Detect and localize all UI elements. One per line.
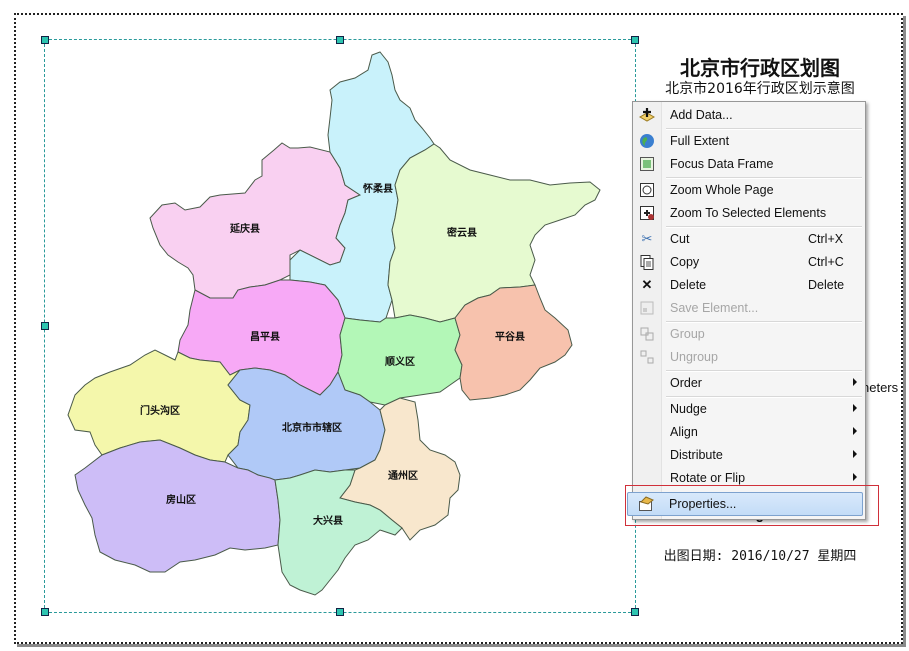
submenu-arrow-icon bbox=[853, 450, 857, 458]
group-icon bbox=[639, 326, 655, 342]
ungroup-icon bbox=[639, 349, 655, 365]
highlight-annotation-box bbox=[625, 485, 879, 526]
copy-icon bbox=[639, 254, 655, 270]
globe-icon bbox=[639, 133, 655, 149]
add-data-icon bbox=[639, 107, 655, 123]
submenu-arrow-icon bbox=[853, 427, 857, 435]
menu-item-nudge[interactable]: Nudge bbox=[635, 398, 863, 420]
menu-item-cut[interactable]: ✂ Cut Ctrl+X bbox=[635, 228, 863, 250]
menu-item-focus-data-frame[interactable]: Focus Data Frame bbox=[635, 153, 863, 175]
zoom-page-icon bbox=[639, 182, 655, 198]
menu-item-distribute[interactable]: Distribute bbox=[635, 444, 863, 466]
focus-frame-icon bbox=[639, 156, 655, 172]
delete-x-icon: ✕ bbox=[641, 277, 653, 292]
menu-item-ungroup[interactable]: Ungroup bbox=[635, 346, 863, 368]
zoom-selected-icon bbox=[639, 205, 655, 221]
menu-item-save-element[interactable]: Save Element... bbox=[635, 297, 863, 319]
data-frame-selection[interactable] bbox=[44, 39, 636, 613]
menu-item-delete[interactable]: ✕ Delete Delete bbox=[635, 274, 863, 296]
menu-item-zoom-whole-page[interactable]: Zoom Whole Page bbox=[635, 179, 863, 201]
scissors-icon: ✂ bbox=[641, 231, 653, 246]
menu-item-align[interactable]: Align bbox=[635, 421, 863, 443]
resize-handle-ne[interactable] bbox=[631, 36, 639, 44]
resize-handle-sw[interactable] bbox=[41, 608, 49, 616]
menu-item-group[interactable]: Group bbox=[635, 323, 863, 345]
menu-item-copy[interactable]: Copy Ctrl+C bbox=[635, 251, 863, 273]
menu-item-full-extent[interactable]: Full Extent bbox=[635, 130, 863, 152]
submenu-arrow-icon bbox=[853, 473, 857, 481]
map-title[interactable]: 北京市行政区划图 bbox=[660, 52, 860, 81]
resize-handle-nw[interactable] bbox=[41, 36, 49, 44]
menu-item-add-data[interactable]: Add Data... bbox=[635, 104, 863, 126]
menu-item-order[interactable]: Order bbox=[635, 372, 863, 394]
map-subtitle[interactable]: 北京市2016年行政区划示意图 bbox=[640, 78, 880, 98]
resize-handle-w[interactable] bbox=[41, 322, 49, 330]
menu-item-zoom-selected[interactable]: Zoom To Selected Elements bbox=[635, 202, 863, 224]
resize-handle-se[interactable] bbox=[631, 608, 639, 616]
save-element-icon bbox=[639, 300, 655, 316]
resize-handle-n[interactable] bbox=[336, 36, 344, 44]
submenu-arrow-icon bbox=[853, 378, 857, 386]
context-menu: Add Data... Full Extent Focus Data Frame… bbox=[627, 101, 866, 520]
resize-handle-s[interactable] bbox=[336, 608, 344, 616]
print-date-text[interactable]: 出图日期: 2016/10/27 星期四 bbox=[640, 545, 880, 564]
submenu-arrow-icon bbox=[853, 404, 857, 412]
scalebar-units-text: neters bbox=[862, 380, 899, 395]
